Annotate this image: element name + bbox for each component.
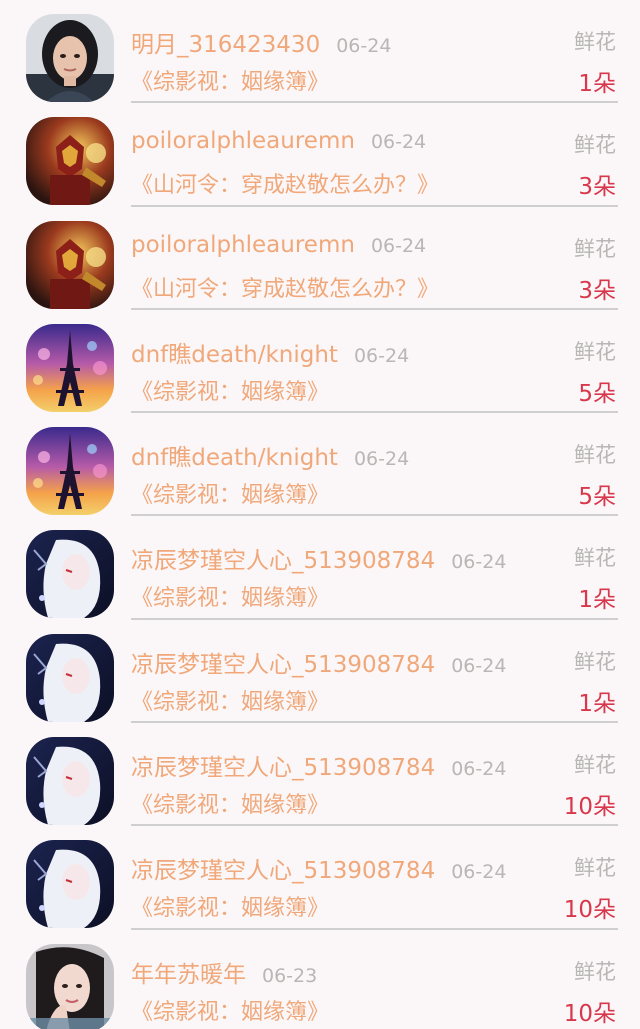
gift-count: 3朵: [578, 277, 616, 304]
book-title-link[interactable]: 《综影视：姻缘簿》: [131, 477, 329, 509]
book-title-link[interactable]: 《综影视：姻缘簿》: [131, 64, 329, 96]
gift-date: 06-24: [451, 551, 507, 574]
user-avatar[interactable]: [26, 633, 114, 722]
gift-type-label: 鲜花: [574, 30, 616, 54]
gift-record-row[interactable]: poiloralphleauremn 06-24 鲜花 《山河令：穿成赵敬怎么办？…: [0, 207, 640, 310]
gift-record-row[interactable]: 年年苏暖年 06-23 鲜花 《综影视：姻缘簿》 10朵: [0, 930, 640, 1029]
user-name[interactable]: dnf瞧death/knight 06-24: [131, 335, 409, 369]
user-name-text: dnf瞧death/knight: [131, 341, 338, 368]
user-name[interactable]: poiloralphleauremn 06-24: [131, 128, 426, 154]
user-name-text: dnf瞧death/knight: [131, 445, 338, 472]
user-name[interactable]: 凉辰梦瑾空人心_513908784 06-24: [131, 851, 506, 885]
gift-record-row[interactable]: dnf瞧death/knight 06-24 鲜花 《综影视：姻缘簿》 5朵: [0, 310, 640, 414]
user-name[interactable]: poiloralphleauremn 06-24: [131, 232, 426, 258]
gift-date: 06-24: [353, 448, 410, 471]
gift-count: 1朵: [578, 71, 616, 97]
book-title-link[interactable]: 《综影视：姻缘簿》: [131, 580, 329, 612]
gift-type-label: 鲜花: [574, 856, 616, 881]
gift-date: 06-24: [451, 758, 507, 781]
user-name-text: 凉辰梦瑾空人心_513908784: [131, 858, 436, 885]
gift-type-label: 鲜花: [574, 546, 616, 571]
user-avatar[interactable]: [26, 220, 114, 309]
user-avatar[interactable]: [26, 427, 114, 516]
user-name[interactable]: 年年苏暖年 06-23: [131, 955, 317, 989]
gift-count: 10朵: [563, 794, 616, 821]
gift-record-row[interactable]: 凉辰梦瑾空人心_513908784 06-24 鲜花 《综影视：姻缘簿》 1朵: [0, 516, 640, 620]
gift-count: 3朵: [578, 174, 616, 201]
gift-date: 06-24: [451, 654, 507, 677]
book-title-link[interactable]: 《山河令：穿成赵敬怎么办？》: [131, 271, 439, 303]
user-avatar[interactable]: [26, 530, 114, 619]
gift-date: 06-24: [370, 131, 427, 154]
gift-record-row[interactable]: 凉辰梦瑾空人心_513908784 06-24 鲜花 《综影视：姻缘簿》 1朵: [0, 620, 640, 724]
user-name[interactable]: dnf瞧death/knight 06-24: [131, 438, 409, 472]
book-title-link[interactable]: 《综影视：姻缘簿》: [131, 787, 329, 819]
gift-date: 06-24: [451, 861, 507, 884]
gift-count: 5朵: [578, 484, 616, 511]
user-avatar[interactable]: [26, 14, 114, 102]
gift-record-row[interactable]: poiloralphleauremn 06-24 鲜花 《山河令：穿成赵敬怎么办？…: [0, 103, 640, 207]
book-title-link[interactable]: 《山河令：穿成赵敬怎么办？》: [131, 167, 439, 199]
gift-count: 5朵: [578, 380, 616, 407]
gift-count: 10朵: [563, 897, 616, 924]
book-title-link[interactable]: 《综影视：姻缘簿》: [131, 374, 329, 406]
user-avatar[interactable]: [26, 737, 114, 826]
user-name-text: 明月_316423430: [131, 32, 321, 58]
user-avatar[interactable]: [26, 943, 114, 1029]
user-avatar[interactable]: [26, 840, 114, 929]
gift-date: 06-23: [262, 964, 318, 987]
book-title-link[interactable]: 《综影视：姻缘簿》: [131, 994, 329, 1026]
gift-type-label: 鲜花: [574, 339, 616, 364]
user-name-text: 凉辰梦瑾空人心_513908784: [131, 651, 436, 678]
gift-type-label: 鲜花: [574, 649, 616, 674]
user-name-text: 凉辰梦瑾空人心_513908784: [131, 548, 436, 575]
gift-date: 06-24: [336, 35, 392, 57]
user-name-text: 年年苏暖年: [131, 961, 246, 988]
gift-date: 06-24: [353, 344, 410, 367]
gift-count: 1朵: [578, 587, 616, 614]
gift-record-row[interactable]: 明月_316423430 06-24 鲜花 《综影视：姻缘簿》 1朵: [0, 0, 640, 104]
gift-count: 10朵: [563, 1000, 616, 1027]
gift-type-label: 鲜花: [574, 236, 616, 261]
user-name-text: poiloralphleauremn: [131, 128, 355, 155]
gift-count: 1朵: [578, 690, 616, 717]
gift-type-label: 鲜花: [574, 443, 616, 468]
user-name-text: poiloralphleauremn: [131, 231, 355, 258]
user-name[interactable]: 凉辰梦瑾空人心_513908784 06-24: [131, 541, 506, 575]
user-name-text: 凉辰梦瑾空人心_513908784: [131, 755, 436, 782]
gift-record-list: 明月_316423430 06-24 鲜花 《综影视：姻缘簿》 1朵 poilor…: [0, 0, 640, 1029]
gift-type-label: 鲜花: [574, 959, 616, 984]
gift-record-row[interactable]: 凉辰梦瑾空人心_513908784 06-24 鲜花 《综影视：姻缘簿》 10朵: [0, 826, 640, 930]
user-name[interactable]: 凉辰梦瑾空人心_513908784 06-24: [131, 645, 506, 679]
user-name[interactable]: 凉辰梦瑾空人心_513908784 06-24: [131, 748, 506, 782]
gift-record-row[interactable]: 凉辰梦瑾空人心_513908784 06-24 鲜花 《综影视：姻缘簿》 10朵: [0, 723, 640, 827]
gift-type-label: 鲜花: [574, 133, 616, 158]
gift-date: 06-24: [370, 234, 427, 257]
gift-record-row[interactable]: dnf瞧death/knight 06-24 鲜花 《综影视：姻缘簿》 5朵: [0, 413, 640, 517]
book-title-link[interactable]: 《综影视：姻缘簿》: [131, 684, 329, 716]
user-avatar[interactable]: [26, 323, 114, 412]
gift-type-label: 鲜花: [574, 753, 616, 778]
user-name[interactable]: 明月_316423430 06-24: [131, 25, 391, 59]
user-avatar[interactable]: [26, 117, 114, 206]
book-title-link[interactable]: 《综影视：姻缘簿》: [131, 890, 329, 922]
